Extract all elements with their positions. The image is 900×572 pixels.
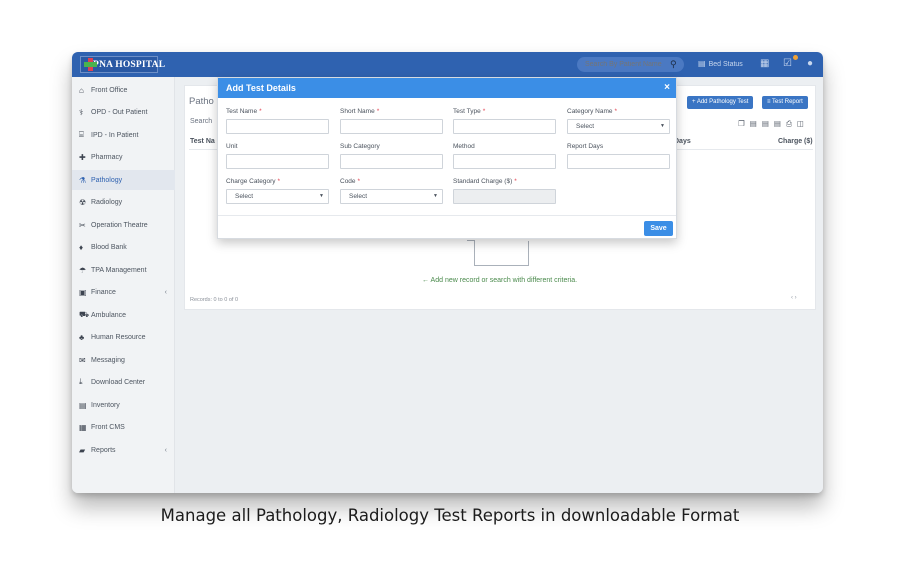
charge-category-select[interactable]: Select ▼ [226, 189, 329, 204]
short-name-label: Short Name * [340, 108, 380, 115]
modal-footer-divider [218, 215, 676, 216]
category-name-select[interactable]: Select ▼ [567, 119, 670, 134]
chevron-left-icon: ‹ [164, 446, 167, 454]
column-header-charge[interactable]: Charge ($) [778, 138, 813, 145]
calendar-icon[interactable]: ▦ [760, 58, 769, 70]
method-input[interactable] [453, 154, 556, 169]
app-window: APNA HOSPITAL ⚲ ▤Bed Status ▦ ☑ ● ⌂Front… [72, 52, 823, 493]
umbrella-icon: ☂ [79, 265, 87, 275]
method-label: Method [453, 143, 475, 150]
stethoscope-icon: ⚕ [79, 107, 84, 117]
logo-text: APNA HOSPITAL [86, 59, 166, 70]
sidebar-item-inventory[interactable]: ▤ Inventory [72, 395, 175, 415]
add-pathology-test-button[interactable]: + Add Pathology Test [687, 96, 754, 109]
user-avatar-icon[interactable]: ● [807, 58, 813, 70]
category-name-label: Category Name * [567, 108, 618, 115]
sidebar-item-blood-bank[interactable]: ♦ Blood Bank [72, 237, 175, 257]
sidebar-item-ambulance[interactable]: ⛟ Ambulance [72, 305, 175, 325]
sidebar-item-download-center[interactable]: ⤓ Download Center [72, 372, 175, 392]
search-label: Search [190, 118, 213, 125]
ambulance-icon: ⛟ [79, 310, 90, 319]
caret-down-icon: ▼ [660, 123, 665, 129]
money-icon: ▣ [79, 287, 87, 297]
bed-icon: ▤ [698, 59, 706, 68]
chevron-left-icon: ‹ [164, 288, 167, 296]
patient-search-input[interactable] [577, 57, 684, 72]
code-label: Code * [340, 178, 361, 185]
report-days-input[interactable] [567, 154, 670, 169]
bed-icon: ⌸ [79, 130, 84, 139]
bed-status-link[interactable]: ▤ Bed Status [698, 59, 743, 68]
test-report-button[interactable]: ≡ Test Report [762, 96, 808, 109]
code-select[interactable]: Select ▼ [340, 189, 443, 204]
standard-charge-label: Standard Charge ($) * [453, 178, 517, 185]
sidebar: ⌂ Front Office ⚕ OPD - Out Patient ⌸ IPD - … [72, 77, 175, 493]
pharmacy-icon: ✚ [79, 152, 86, 162]
download-icon: ⤓ [79, 377, 83, 386]
blood-drop-icon: ♦ [79, 242, 84, 252]
sub-category-label: Sub Category [340, 143, 380, 150]
sidebar-item-ipd[interactable]: ⌸ IPD - In Patient [72, 125, 175, 145]
save-button[interactable]: Save [644, 221, 673, 236]
caret-down-icon: ▼ [319, 193, 324, 199]
csv-icon[interactable]: ▤ [762, 119, 769, 129]
test-name-input[interactable] [226, 119, 329, 134]
top-navbar: APNA HOSPITAL ⚲ ▤Bed Status ▦ ☑ ● [72, 52, 823, 77]
bullhorn-icon: ✉ [79, 355, 86, 365]
test-type-label: Test Type * [453, 108, 486, 115]
print-icon[interactable]: ⎙ [786, 119, 792, 129]
sidebar-item-human-resource[interactable]: ♣ Human Resource [72, 327, 175, 347]
inventory-icon: ▤ [79, 400, 87, 410]
tasks-icon[interactable]: ☑ [783, 58, 792, 70]
unit-input[interactable] [226, 154, 329, 169]
empty-table-illustration [467, 240, 529, 266]
unit-label: Unit [226, 143, 238, 150]
page-title: Patho [189, 96, 214, 107]
sidebar-item-radiology[interactable]: ☢ Radiology [72, 192, 175, 212]
sidebar-item-messaging[interactable]: ✉ Messaging [72, 350, 175, 370]
export-toolbar: ❐ ▤ ▤ ▤ ⎙ ◫ [738, 119, 804, 129]
home-icon: ⌂ [79, 85, 84, 95]
pagination[interactable]: ‹ › [791, 295, 797, 301]
records-count: Records: 0 to 0 of 0 [190, 297, 238, 303]
modal-header: Add Test Details × [218, 78, 676, 98]
sitemap-icon: ♣ [79, 332, 85, 342]
flask-icon: ⚗ [79, 175, 87, 185]
sub-category-input[interactable] [340, 154, 443, 169]
sidebar-item-reports[interactable]: ▰ Reports ‹ [72, 440, 175, 460]
sidebar-item-opd[interactable]: ⚕ OPD - Out Patient [72, 102, 175, 122]
excel-icon[interactable]: ▤ [750, 119, 757, 129]
notification-badge [793, 55, 798, 60]
sidebar-item-front-office[interactable]: ⌂ Front Office [72, 80, 175, 100]
sidebar-item-tpa-management[interactable]: ☂ TPA Management [72, 260, 175, 280]
empty-table-message: ← Add new record or search with differen… [422, 277, 578, 284]
test-type-input[interactable] [453, 119, 556, 134]
sidebar-item-front-cms[interactable]: ▦ Front CMS [72, 417, 175, 437]
column-header-test-name[interactable]: Test Na [190, 138, 215, 145]
scissors-icon: ✂ [79, 220, 86, 230]
charge-category-label: Charge Category * [226, 178, 281, 185]
caption-text: Manage all Pathology, Radiology Test Rep… [160, 506, 740, 525]
columns-icon[interactable]: ◫ [797, 119, 804, 129]
bed-status-label: Bed Status [708, 61, 743, 68]
caret-down-icon: ▼ [433, 193, 438, 199]
sidebar-item-operation-theatre[interactable]: ✂ Operation Theatre [72, 215, 175, 235]
short-name-input[interactable] [340, 119, 443, 134]
pdf-icon[interactable]: ▤ [774, 119, 781, 129]
hospital-logo[interactable]: APNA HOSPITAL [80, 56, 165, 73]
sidebar-item-pharmacy[interactable]: ✚ Pharmacy [72, 147, 175, 167]
add-test-modal: Add Test Details × Test Name * Short Name… [217, 77, 677, 239]
modal-title: Add Test Details [226, 83, 296, 93]
report-days-label: Report Days [567, 143, 604, 150]
close-icon[interactable]: × [664, 81, 670, 94]
chart-icon: ▰ [79, 445, 86, 455]
search-icon[interactable]: ⚲ [670, 58, 677, 70]
test-name-label: Test Name * [226, 108, 262, 115]
copy-icon[interactable]: ❐ [738, 119, 745, 129]
standard-charge-input [453, 189, 556, 204]
cms-icon: ▦ [79, 422, 87, 432]
radiology-icon: ☢ [79, 197, 87, 207]
sidebar-item-finance[interactable]: ▣ Finance ‹ [72, 282, 175, 302]
sidebar-item-pathology[interactable]: ⚗ Pathology [72, 170, 175, 190]
